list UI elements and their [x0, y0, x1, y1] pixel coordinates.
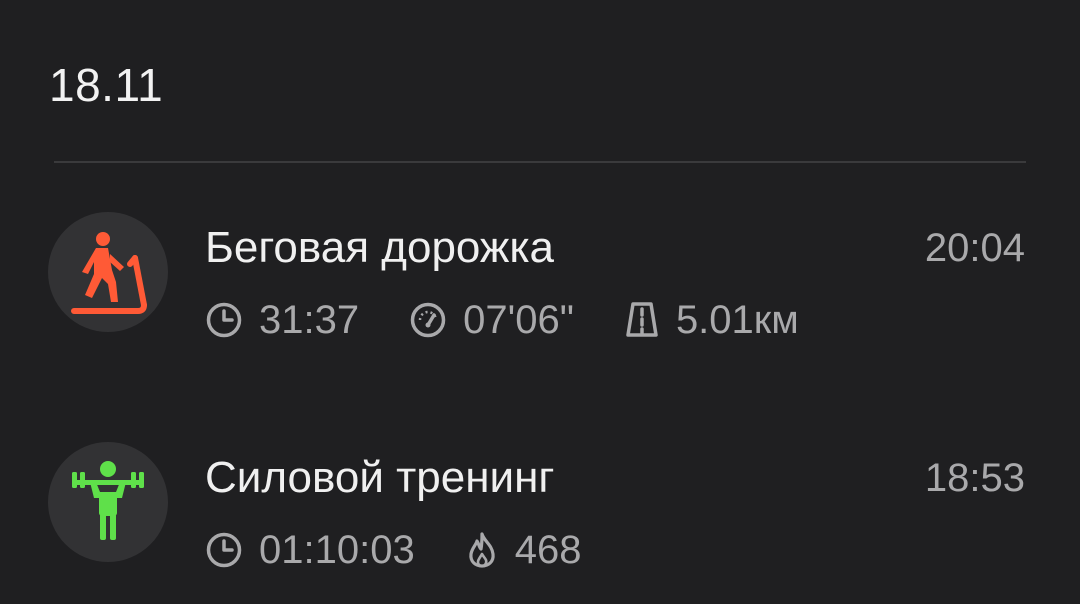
stat-distance: 5.01км: [624, 294, 799, 346]
speedometer-icon: [410, 302, 446, 338]
stat-value: 01:10:03: [259, 528, 415, 572]
workout-avatar: [48, 212, 168, 332]
stat-pace: 07'06": [409, 294, 574, 346]
workout-stats: 31:37 07'06" 5.01км: [205, 294, 849, 346]
workout-avatar: [48, 442, 168, 562]
stat-duration: 31:37: [205, 294, 359, 346]
workout-title: Силовой тренинг: [205, 453, 555, 502]
treadmill-icon: [71, 232, 147, 314]
workout-title: Беговая дорожка: [205, 223, 555, 272]
weightlifting-icon: [72, 461, 144, 540]
stat-duration: 01:10:03: [205, 524, 415, 576]
date-header: 18.11: [49, 59, 164, 111]
stat-value: 468: [514, 528, 582, 572]
clock-icon: [206, 302, 242, 338]
workout-item-treadmill[interactable]: Беговая дорожка 20:04 31:37 07'06" 5.01к…: [0, 212, 1080, 372]
stat-value: 31:37: [259, 298, 360, 342]
clock-icon: [206, 532, 242, 568]
workout-time: 18:53: [924, 456, 1025, 500]
workout-item-strength[interactable]: Силовой тренинг 18:53 01:10:03 468: [0, 442, 1080, 602]
stat-value: 07'06": [463, 298, 574, 342]
workout-stats: 01:10:03 468: [205, 524, 631, 576]
road-icon: [626, 302, 658, 337]
divider: [54, 161, 1026, 163]
stat-value: 5.01км: [675, 298, 799, 342]
workout-time: 20:04: [924, 226, 1025, 270]
stat-calories: 468: [465, 524, 582, 576]
flame-icon: [469, 532, 495, 568]
